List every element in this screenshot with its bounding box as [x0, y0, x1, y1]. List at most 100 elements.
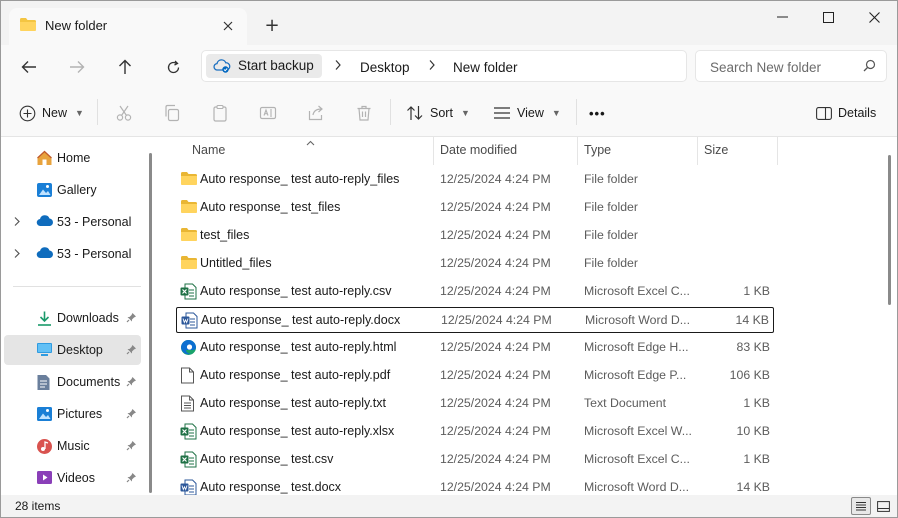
column-header-name[interactable]: Name	[192, 143, 225, 157]
more-options-button[interactable]: •••	[589, 100, 606, 126]
start-backup-button[interactable]: Start backup	[206, 54, 322, 78]
refresh-button[interactable]	[159, 53, 187, 81]
new-tab-button[interactable]: +	[261, 14, 283, 36]
new-button[interactable]: New ▼	[19, 100, 84, 126]
maximize-icon	[822, 11, 834, 23]
tiles-view-button[interactable]	[873, 497, 893, 515]
file-name: Auto response_ test auto-reply.xlsx	[200, 424, 395, 438]
minimize-icon	[776, 16, 788, 18]
status-bar: 28 items	[1, 495, 897, 517]
file-date-modified: 12/25/2024 4:24 PM	[440, 396, 551, 410]
sidebar-item-home[interactable]: Home	[4, 143, 141, 173]
file-row[interactable]: Auto response_ test.csv 12/25/2024 4:24 P…	[176, 447, 774, 473]
pin-icon[interactable]	[126, 312, 137, 326]
tab-close-icon[interactable]	[217, 15, 239, 37]
sidebar-item-music[interactable]: Music	[4, 431, 141, 461]
file-row[interactable]: Auto response_ test auto-reply.pdf 12/25/…	[176, 363, 774, 389]
column-header-date-modified[interactable]: Date modified	[440, 143, 517, 157]
pin-icon[interactable]	[126, 472, 137, 486]
up-button[interactable]	[111, 53, 139, 81]
file-row[interactable]: Auto response_ test auto-reply.docx 12/25…	[176, 307, 774, 333]
sidebar-scrollbar[interactable]	[149, 153, 152, 493]
file-name: Auto response_ test auto-reply.csv	[200, 284, 392, 298]
file-row[interactable]: Auto response_ test auto-reply.txt 12/25/…	[176, 391, 774, 417]
onedrive-icon	[36, 246, 54, 263]
paste-button[interactable]	[211, 100, 229, 126]
pdf-file-icon	[180, 367, 195, 387]
file-row[interactable]: Auto response_ test auto-reply.csv 12/25/…	[176, 279, 774, 305]
breadcrumb-new-folder[interactable]: New folder	[453, 60, 518, 75]
sidebar-item-desktop[interactable]: Desktop	[4, 335, 141, 365]
pin-icon[interactable]	[126, 376, 137, 390]
sidebar-item-videos[interactable]: Videos	[4, 463, 141, 493]
column-header-type[interactable]: Type	[584, 143, 611, 157]
pin-icon[interactable]	[126, 440, 137, 454]
view-button[interactable]: View ▼	[493, 100, 561, 126]
sidebar-item-label: Home	[57, 151, 91, 165]
tab-new-folder[interactable]: New folder	[9, 8, 247, 45]
cut-button[interactable]	[115, 100, 133, 126]
sort-button[interactable]: Sort ▼	[406, 100, 470, 126]
maximize-button[interactable]	[805, 5, 851, 29]
details-label: Details	[838, 106, 877, 120]
scissors-icon	[116, 105, 132, 121]
address-bar[interactable]: Start backup Desktop New folder	[201, 50, 687, 82]
file-type: File folder	[584, 200, 638, 214]
more-dots-icon: •••	[589, 105, 606, 121]
column-header-size[interactable]: Size	[704, 143, 728, 157]
minimize-button[interactable]	[759, 5, 805, 29]
file-size: 10 KB	[736, 424, 771, 438]
documents-icon	[36, 374, 51, 394]
details-pane-button[interactable]: Details	[816, 100, 876, 126]
search-input[interactable]	[708, 56, 862, 78]
toolbar-divider	[576, 99, 577, 125]
details-pane-icon	[816, 106, 832, 120]
search-box[interactable]	[695, 50, 887, 82]
file-row[interactable]: Auto response_ test auto-reply.html 12/25…	[176, 335, 774, 361]
column-divider[interactable]	[777, 137, 778, 165]
file-date-modified: 12/25/2024 4:24 PM	[440, 424, 551, 438]
breadcrumb-desktop[interactable]: Desktop	[360, 60, 410, 75]
pin-icon[interactable]	[126, 344, 137, 358]
sidebar-item-documents[interactable]: Documents	[4, 367, 141, 397]
new-label: New	[42, 106, 68, 120]
rename-icon	[259, 106, 277, 120]
file-row[interactable]: Untitled_files 12/25/2024 4:24 PM File fol…	[176, 251, 774, 277]
file-row[interactable]: Auto response_ test auto-reply.xlsx 12/25…	[176, 419, 774, 445]
file-list: Name Date modified Type Size Auto respon…	[161, 137, 881, 496]
toolbar-divider	[390, 99, 391, 125]
forward-button[interactable]	[63, 53, 91, 81]
search-icon	[863, 59, 876, 75]
close-window-button[interactable]	[851, 5, 897, 29]
file-row[interactable]: Auto response_ test auto-reply_files 12/2…	[176, 167, 774, 193]
folder-icon	[180, 255, 198, 273]
pin-icon[interactable]	[126, 408, 137, 422]
edge-icon	[180, 339, 197, 359]
file-type: Text Document	[584, 396, 667, 410]
column-divider[interactable]	[577, 137, 578, 165]
file-name: Auto response_ test auto-reply.html	[200, 340, 397, 354]
delete-button[interactable]	[355, 100, 373, 126]
file-row[interactable]: Auto response_ test_files 12/25/2024 4:24…	[176, 195, 774, 221]
sidebar-item-gallery[interactable]: Gallery	[4, 175, 141, 205]
excel-icon	[180, 451, 197, 471]
share-button[interactable]	[307, 100, 325, 126]
sidebar-item-onedrive-personal[interactable]: 53 - Personal	[4, 239, 141, 269]
chevron-down-icon: ▼	[460, 108, 470, 118]
sidebar-item-onedrive-personal[interactable]: 53 - Personal	[4, 207, 141, 237]
rename-button[interactable]	[259, 100, 277, 126]
details-view-button[interactable]	[851, 497, 871, 515]
sidebar-item-downloads[interactable]: Downloads	[4, 303, 141, 333]
sidebar-divider	[13, 286, 141, 287]
column-divider[interactable]	[433, 137, 434, 165]
sidebar-item-pictures[interactable]: Pictures	[4, 399, 141, 429]
file-type: Microsoft Edge H...	[584, 340, 689, 354]
file-row[interactable]: test_files 12/25/2024 4:24 PM File folder	[176, 223, 774, 249]
chevron-right-icon[interactable]	[13, 248, 21, 262]
file-list-scrollbar[interactable]	[888, 155, 891, 305]
back-button[interactable]	[15, 53, 43, 81]
chevron-right-icon[interactable]	[13, 216, 21, 230]
copy-button[interactable]	[163, 100, 181, 126]
clipboard-icon	[213, 104, 227, 122]
column-divider[interactable]	[697, 137, 698, 165]
